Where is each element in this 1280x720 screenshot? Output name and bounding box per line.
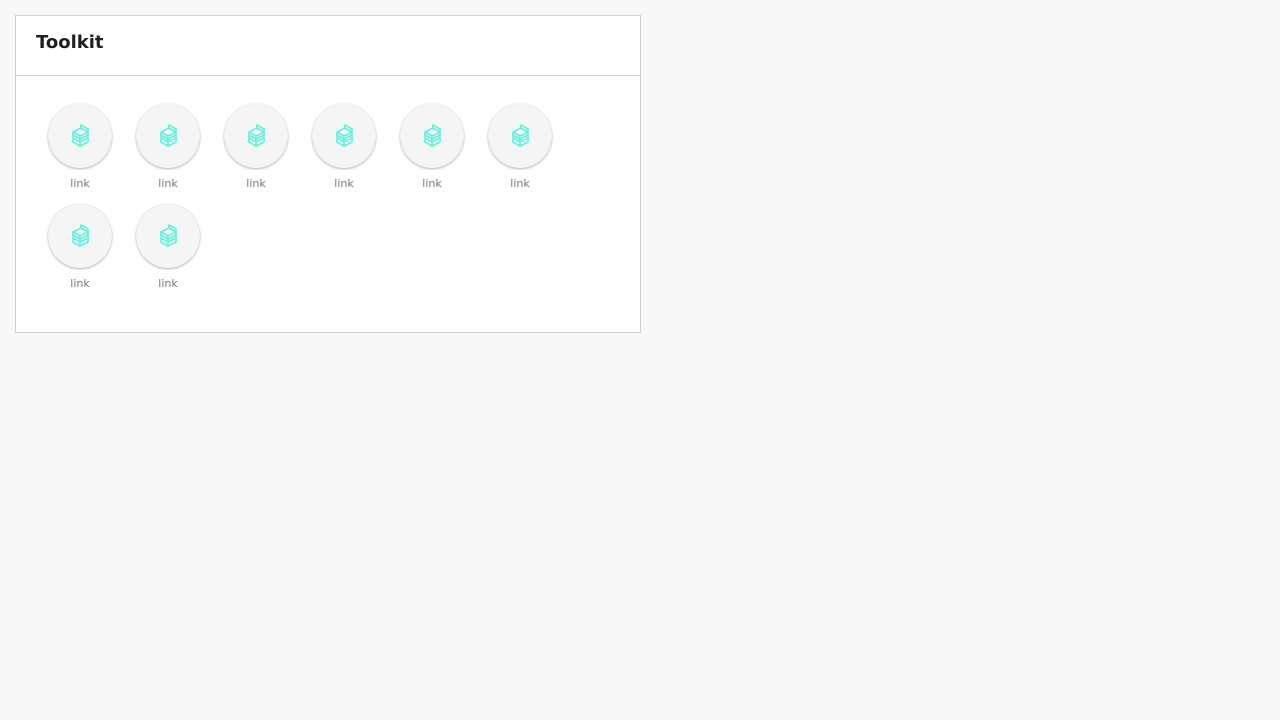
panel-header: Toolkit bbox=[16, 16, 640, 76]
toolkit-link-6[interactable]: link bbox=[476, 104, 564, 192]
tile-label[interactable]: link bbox=[246, 178, 265, 190]
toolkit-grid: link link link link link link link link bbox=[36, 104, 596, 292]
stacked-blocks-icon bbox=[160, 224, 177, 247]
tile-button[interactable] bbox=[136, 104, 200, 168]
tile-label[interactable]: link bbox=[422, 178, 441, 190]
toolkit-link-8[interactable]: link bbox=[124, 204, 212, 292]
stacked-blocks-icon bbox=[72, 224, 89, 247]
toolkit-link-2[interactable]: link bbox=[124, 104, 212, 192]
tile-button[interactable] bbox=[48, 204, 112, 268]
tile-label[interactable]: link bbox=[158, 178, 177, 190]
panel-title: Toolkit bbox=[36, 32, 104, 53]
stacked-blocks-icon bbox=[160, 124, 177, 147]
stacked-blocks-icon bbox=[336, 124, 353, 147]
stacked-blocks-icon bbox=[512, 124, 529, 147]
tile-label[interactable]: link bbox=[510, 178, 529, 190]
toolkit-link-4[interactable]: link bbox=[300, 104, 388, 192]
tile-label[interactable]: link bbox=[70, 278, 89, 290]
stacked-blocks-icon bbox=[248, 124, 265, 147]
tile-button[interactable] bbox=[224, 104, 288, 168]
tile-button[interactable] bbox=[312, 104, 376, 168]
tile-button[interactable] bbox=[488, 104, 552, 168]
toolkit-link-7[interactable]: link bbox=[36, 204, 124, 292]
tile-button[interactable] bbox=[136, 204, 200, 268]
toolkit-link-5[interactable]: link bbox=[388, 104, 476, 192]
tile-label[interactable]: link bbox=[334, 178, 353, 190]
toolkit-link-3[interactable]: link bbox=[212, 104, 300, 192]
stacked-blocks-icon bbox=[72, 124, 89, 147]
tile-label[interactable]: link bbox=[70, 178, 89, 190]
stacked-blocks-icon bbox=[424, 124, 441, 147]
toolkit-panel: Toolkit link link link link link link li… bbox=[15, 15, 641, 333]
tile-button[interactable] bbox=[48, 104, 112, 168]
tile-button[interactable] bbox=[400, 104, 464, 168]
toolkit-link-1[interactable]: link bbox=[36, 104, 124, 192]
tile-label[interactable]: link bbox=[158, 278, 177, 290]
